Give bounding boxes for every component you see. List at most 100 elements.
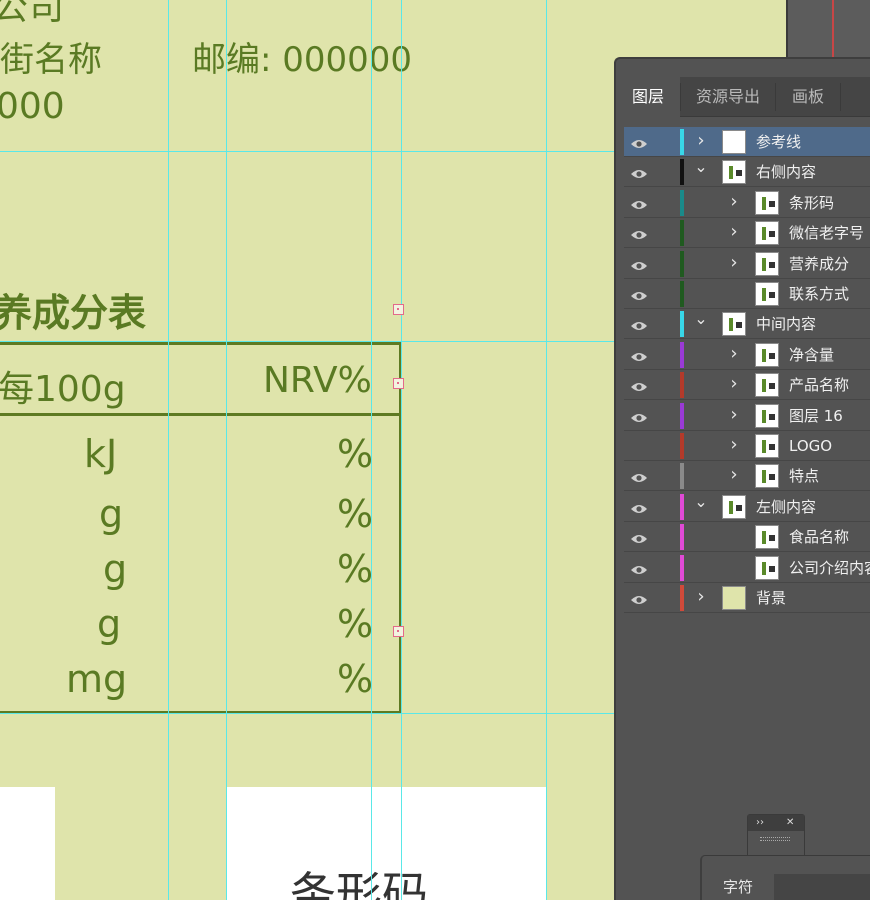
nutrition-unit: g <box>103 547 128 591</box>
layer-row[interactable]: › 背景 <box>624 583 870 613</box>
chevron-right-icon[interactable]: › <box>727 344 741 362</box>
chevron-right-icon[interactable]: › <box>727 405 741 423</box>
chevron-right-icon[interactable]: › <box>727 466 741 484</box>
nutrition-nrv-percent: % <box>337 602 374 646</box>
visibility-eye-icon[interactable] <box>630 500 648 513</box>
chevron-right-icon[interactable]: › <box>727 192 741 210</box>
chevron-down-icon[interactable]: ⌄ <box>694 493 708 510</box>
visibility-eye-icon[interactable] <box>630 135 648 148</box>
layer-row[interactable]: 公司介绍内容 <box>624 553 870 583</box>
layer-thumbnail <box>722 494 746 519</box>
grip-icon[interactable] <box>760 837 790 841</box>
layer-row[interactable]: › 条形码 <box>624 188 870 218</box>
header-nrv: NRV% <box>263 360 372 401</box>
layer-name: 食品名称 <box>789 528 850 547</box>
layer-thumbnail <box>722 312 746 337</box>
chevron-right-icon[interactable]: › <box>694 132 708 150</box>
chevron-right-icon[interactable]: › <box>727 223 741 241</box>
chevron-down-icon[interactable]: ⌄ <box>694 311 708 327</box>
nutrition-table-divider <box>0 413 402 416</box>
collapsed-panel-header[interactable]: ›› ✕ <box>748 815 804 831</box>
layer-name: 净含量 <box>789 345 835 364</box>
layer-row[interactable]: › 特点 <box>624 461 870 492</box>
phone-text: 000 <box>0 86 65 127</box>
guide-vertical[interactable] <box>168 0 169 900</box>
layer-color-bar <box>680 402 684 429</box>
nutrition-nrv-percent: % <box>337 492 374 536</box>
layer-thumbnail <box>755 342 779 367</box>
chevron-right-icon[interactable]: › <box>727 375 741 393</box>
layer-name: 参考线 <box>756 133 802 151</box>
layer-color-bar <box>680 554 684 581</box>
guide-vertical[interactable] <box>546 0 547 900</box>
layer-thumbnail <box>755 251 779 276</box>
chevron-down-icon[interactable]: ⌄ <box>694 159 708 175</box>
layer-color-bar <box>680 372 684 399</box>
layer-row[interactable]: ⌄ 中间内容 <box>624 309 870 340</box>
guide-vertical[interactable] <box>371 0 372 900</box>
character-panel: 字符 <box>700 855 870 900</box>
guide-horizontal[interactable] <box>0 341 615 342</box>
layer-name: 公司介绍内容 <box>789 558 870 577</box>
tab-asset-export[interactable]: 资源导出 <box>681 77 775 117</box>
layer-row[interactable]: ⌄ 左侧内容 <box>624 492 870 522</box>
layer-row[interactable]: › 参考线 <box>624 127 870 157</box>
visibility-eye-icon[interactable] <box>630 469 648 483</box>
layer-row[interactable]: › 产品名称 <box>624 370 870 401</box>
visibility-eye-icon[interactable] <box>630 561 648 574</box>
layer-thumbnail <box>755 525 779 550</box>
visibility-eye-icon[interactable] <box>630 348 648 361</box>
chevron-right-icon[interactable]: › <box>727 436 741 454</box>
guide-horizontal[interactable] <box>0 713 615 714</box>
layer-row[interactable]: › 微信老字号 <box>624 218 870 249</box>
visibility-eye-icon[interactable] <box>630 257 648 270</box>
layer-row[interactable]: 食品名称 <box>624 522 870 553</box>
layer-name: 左侧内容 <box>756 497 817 516</box>
guide-horizontal[interactable] <box>0 151 615 152</box>
layer-row[interactable]: › 营养成分 <box>624 249 870 279</box>
layer-color-bar <box>680 311 684 338</box>
tab-character[interactable]: 字符 <box>702 874 774 900</box>
tab-artboards[interactable]: 画板 <box>776 77 840 117</box>
layer-thumbnail <box>755 555 779 580</box>
layer-thumbnail <box>755 434 779 458</box>
visibility-eye-icon[interactable] <box>630 409 648 422</box>
visibility-eye-icon[interactable] <box>630 287 648 300</box>
selection-handle[interactable] <box>393 304 404 315</box>
layer-row[interactable]: 联系方式 <box>624 279 870 309</box>
layer-row[interactable]: › 图层 16 <box>624 401 870 431</box>
layer-name: 条形码 <box>789 193 835 212</box>
visibility-eye-icon[interactable] <box>630 196 648 209</box>
visibility-eye-icon[interactable] <box>630 226 648 240</box>
chevron-right-icon[interactable]: › <box>727 253 741 271</box>
close-icon[interactable]: ✕ <box>786 815 794 831</box>
nutrition-unit: mg <box>66 657 128 701</box>
layer-thumbnail <box>722 586 746 610</box>
layer-color-bar <box>680 585 684 611</box>
visibility-eye-icon[interactable] <box>630 378 648 392</box>
nutrition-title: 养成分表 <box>0 291 147 335</box>
layer-row[interactable]: ⌄ 右侧内容 <box>624 157 870 188</box>
layer-name: 联系方式 <box>789 285 850 303</box>
layer-row[interactable]: › 净含量 <box>624 340 870 370</box>
layer-thumbnail <box>755 221 779 246</box>
guide-vertical[interactable] <box>226 0 227 900</box>
selection-handle[interactable] <box>393 378 404 389</box>
chevron-right-icon[interactable]: › <box>694 588 708 606</box>
visibility-eye-icon[interactable] <box>630 530 648 544</box>
visibility-eye-icon[interactable] <box>630 165 648 179</box>
layers-panel: 图层 资源导出 画板 › 参考线 ⌄ 右侧内容 › 条形码 › 微信老字号 › 营养成分联系方式 ⌄… <box>614 57 870 900</box>
guide-vertical[interactable] <box>401 0 402 900</box>
postcode-text: 邮编: 000000 <box>192 40 413 80</box>
layer-color-bar <box>680 250 684 277</box>
character-tab-bar: 字符 <box>702 874 870 900</box>
visibility-eye-icon[interactable] <box>630 591 648 604</box>
expand-icon[interactable]: ›› <box>756 815 764 831</box>
pasteboard-edge <box>786 0 870 58</box>
layer-row[interactable]: › LOGO <box>624 431 870 461</box>
layer-color-bar <box>680 433 684 459</box>
layer-color-bar <box>680 129 684 155</box>
selection-handle[interactable] <box>393 626 404 637</box>
tab-layers[interactable]: 图层 <box>616 77 680 117</box>
visibility-eye-icon[interactable] <box>630 317 648 331</box>
